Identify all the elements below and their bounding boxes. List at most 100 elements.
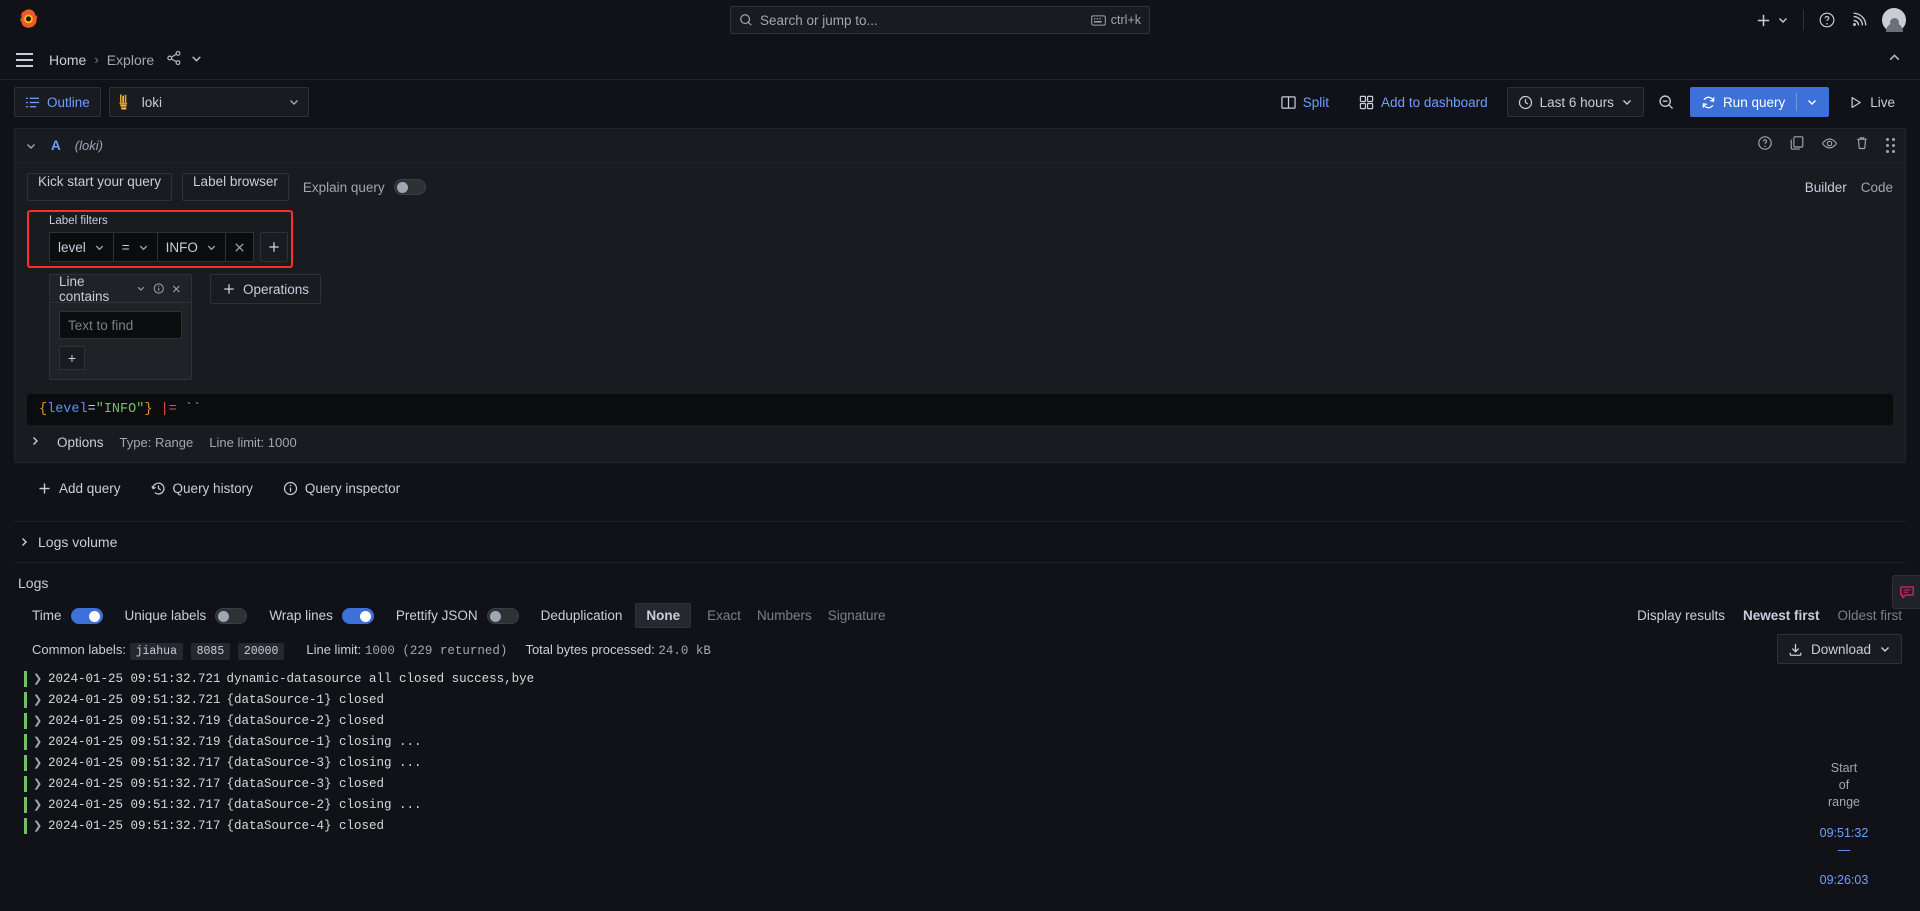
query-duplicate-button[interactable]	[1789, 135, 1805, 156]
label-filter-add-button[interactable]	[259, 232, 288, 262]
dedup-option-numbers[interactable]: Numbers	[757, 608, 812, 623]
prettify-json-toggle[interactable]	[486, 607, 519, 624]
split-button[interactable]: Split	[1270, 87, 1340, 117]
breadcrumb-home[interactable]: Home	[49, 52, 86, 68]
order-oldest-first[interactable]: Oldest first	[1837, 608, 1902, 623]
dedup-option-exact[interactable]: Exact	[707, 608, 741, 623]
breadcrumb-more-button[interactable]	[190, 52, 203, 68]
dot	[1892, 144, 1895, 147]
options-expand-button[interactable]	[29, 435, 41, 450]
share-icon[interactable]	[166, 50, 182, 69]
explain-query-toggle[interactable]	[393, 179, 426, 195]
breadcrumb-bar: Home › Explore	[0, 40, 1920, 80]
chevron-right-icon[interactable]: ❯	[33, 798, 42, 811]
info-circle-icon[interactable]	[153, 282, 164, 295]
menu-toggle-button[interactable]	[12, 49, 37, 71]
live-tail-button[interactable]: Live	[1837, 87, 1906, 117]
chevron-right-icon[interactable]: ❯	[33, 735, 42, 748]
label-filter-remove-button[interactable]	[225, 232, 254, 262]
query-history-button[interactable]: Query history	[140, 473, 264, 503]
global-search-box[interactable]: Search or jump to... ctrl+k	[730, 6, 1150, 34]
kick-start-query-button[interactable]: Kick start your query	[27, 173, 173, 201]
table-row[interactable]: ❯ 2024-01-25 09:51:32.717 {dataSource-3}…	[24, 752, 1920, 773]
grafana-logo[interactable]	[0, 8, 56, 32]
label-filter-value-select[interactable]: INFO	[157, 232, 226, 262]
query-remove-button[interactable]	[1854, 135, 1870, 156]
table-row[interactable]: ❯ 2024-01-25 09:51:32.721 dynamic-dataso…	[24, 668, 1920, 689]
tab-code[interactable]: Code	[1861, 180, 1893, 195]
dedup-option-signature[interactable]: Signature	[828, 608, 886, 623]
table-row[interactable]: ❯ 2024-01-25 09:51:32.721 {dataSource-1}…	[24, 689, 1920, 710]
run-query-label: Run query	[1722, 94, 1786, 110]
time-toggle[interactable]	[70, 607, 103, 624]
time-toggle-control: Time	[32, 607, 103, 624]
avatar[interactable]	[1882, 8, 1906, 32]
add-new-button[interactable]	[1755, 12, 1789, 29]
add-operations-button[interactable]: Operations	[210, 274, 322, 304]
collapse-toolbar-button[interactable]	[1887, 50, 1902, 70]
common-label-chip[interactable]: 8085	[190, 643, 231, 660]
query-ref-id[interactable]: A	[51, 138, 61, 153]
add-operations-label: Operations	[243, 281, 310, 297]
code-line-filter-op: |=	[160, 402, 177, 417]
order-newest-first[interactable]: Newest first	[1743, 608, 1820, 623]
options-label[interactable]: Options	[57, 435, 104, 450]
query-inspector-button[interactable]: Query inspector	[272, 473, 411, 503]
query-code-preview[interactable]: {level="INFO"} |= ``	[27, 394, 1893, 425]
chevron-right-icon[interactable]: ❯	[33, 714, 42, 727]
chevron-down-icon[interactable]	[1806, 96, 1818, 108]
query-toggle-visibility-button[interactable]	[1821, 135, 1838, 157]
chevron-right-icon[interactable]: ❯	[33, 756, 42, 769]
table-row[interactable]: ❯ 2024-01-25 09:51:32.719 {dataSource-1}…	[24, 731, 1920, 752]
breadcrumb: Home › Explore	[49, 50, 203, 69]
line-contains-input[interactable]	[59, 311, 182, 339]
chevron-right-icon[interactable]: ❯	[33, 819, 42, 832]
table-row[interactable]: ❯ 2024-01-25 09:51:32.717 {dataSource-3}…	[24, 773, 1920, 794]
chevron-right-icon[interactable]: ❯	[33, 672, 42, 685]
table-row[interactable]: ❯ 2024-01-25 09:51:32.717 {dataSource-2}…	[24, 794, 1920, 815]
add-query-button[interactable]: Add query	[26, 473, 132, 503]
common-label-chip[interactable]: 20000	[237, 643, 285, 660]
news-button[interactable]	[1850, 11, 1868, 29]
dedup-option-none[interactable]: None	[635, 603, 692, 628]
close-x-icon	[235, 242, 244, 252]
table-row[interactable]: ❯ 2024-01-25 09:51:32.717 {dataSource-4}…	[24, 815, 1920, 836]
label-filter-key-select[interactable]: level	[49, 232, 114, 262]
explain-query-control: Explain query	[303, 179, 426, 195]
dot	[1886, 144, 1889, 147]
help-button[interactable]	[1818, 11, 1836, 29]
common-label-chip[interactable]: jiahua	[129, 643, 183, 660]
operation-add-param-button[interactable]: +	[59, 346, 85, 370]
chevron-down-icon[interactable]	[25, 140, 37, 152]
add-to-dashboard-button[interactable]: Add to dashboard	[1348, 87, 1499, 117]
tab-builder[interactable]: Builder	[1805, 180, 1847, 195]
keyboard-icon	[1090, 14, 1106, 26]
feedback-button[interactable]	[1892, 575, 1920, 609]
log-message: {dataSource-1} closing ...	[226, 734, 422, 749]
avatar-body	[1885, 23, 1903, 32]
time-range-picker[interactable]: Last 6 hours	[1506, 87, 1644, 117]
chevron-right-icon	[33, 437, 38, 445]
zoom-out-button[interactable]	[1652, 87, 1682, 117]
wrap-lines-toggle[interactable]	[341, 607, 374, 624]
unique-labels-toggle[interactable]	[215, 607, 248, 624]
prettify-json-label: Prettify JSON	[395, 608, 478, 623]
datasource-picker[interactable]: loki	[108, 87, 309, 117]
chevron-down-icon[interactable]	[136, 283, 146, 294]
chevron-right-icon[interactable]: ❯	[33, 777, 42, 790]
chevron-up-icon	[1889, 53, 1900, 60]
label-filter-operator-select[interactable]: =	[113, 232, 158, 262]
label-browser-button[interactable]: Label browser	[182, 173, 289, 201]
query-help-button[interactable]	[1757, 135, 1773, 156]
chevron-right-icon[interactable]: ❯	[33, 693, 42, 706]
plus-icon	[224, 284, 234, 294]
download-button[interactable]: Download	[1776, 634, 1902, 664]
outline-button[interactable]: Outline	[14, 87, 101, 117]
run-query-button[interactable]: Run query	[1689, 87, 1830, 117]
operation-name: Line contains	[59, 273, 110, 304]
table-row[interactable]: ❯ 2024-01-25 09:51:32.719 {dataSource-2}…	[24, 710, 1920, 731]
drag-handle-icon[interactable]	[1886, 138, 1895, 153]
breadcrumb-explore[interactable]: Explore	[107, 52, 154, 68]
close-x-icon[interactable]	[171, 283, 182, 295]
logs-volume-section[interactable]: Logs volume	[14, 521, 1906, 563]
